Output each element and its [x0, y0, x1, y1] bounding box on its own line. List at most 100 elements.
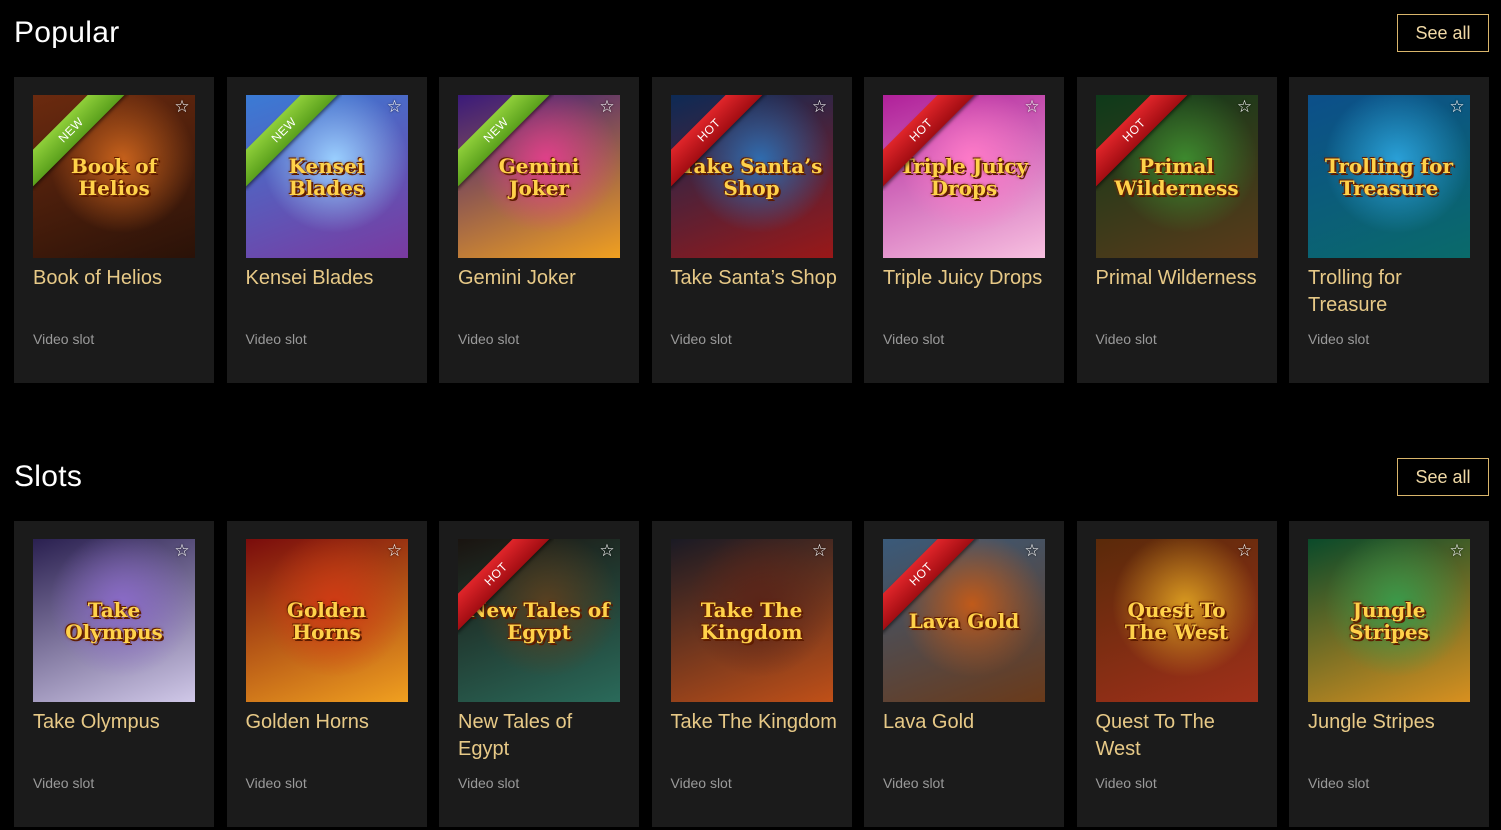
game-artwork: Book of Helios: [33, 95, 195, 258]
game-thumbnail[interactable]: Quest To The West ☆: [1095, 539, 1258, 702]
game-thumbnail[interactable]: Trolling for Treasure ☆: [1308, 95, 1470, 258]
game-name[interactable]: Primal Wilderness: [1096, 265, 1266, 292]
game-type: Video slot: [1308, 775, 1370, 791]
game-type: Video slot: [883, 775, 945, 791]
game-thumbnail[interactable]: Take The Kingdom ☆: [670, 539, 833, 702]
star-outline-icon[interactable]: ☆: [1448, 542, 1466, 560]
star-outline-icon[interactable]: ☆: [173, 98, 191, 116]
game-type: Video slot: [883, 331, 945, 347]
game-logo-text: Book of Helios: [70, 153, 158, 200]
star-outline-icon[interactable]: ☆: [811, 542, 829, 560]
game-type: Video slot: [33, 331, 95, 347]
star-outline-icon[interactable]: ☆: [1236, 98, 1254, 116]
game-artwork: Take Olympus: [33, 539, 195, 702]
game-card[interactable]: Primal Wilderness HOT ☆ Primal Wilderness Vi…: [1076, 77, 1277, 383]
star-outline-icon[interactable]: ☆: [1236, 542, 1254, 560]
game-logo-text: Take Santa’s Shop: [680, 153, 823, 200]
game-type: Video slot: [33, 775, 95, 791]
game-name[interactable]: Triple Juicy Drops: [883, 265, 1053, 292]
game-type: Video slot: [245, 331, 307, 347]
game-card[interactable]: Take Santa’s Shop HOT ☆ Take Santa’s Shop Vi…: [651, 77, 852, 383]
game-artwork: Gemini Joker: [458, 95, 620, 258]
game-type: Video slot: [458, 775, 520, 791]
game-name[interactable]: Jungle Stripes: [1308, 709, 1478, 736]
star-outline-icon[interactable]: ☆: [1023, 98, 1041, 116]
game-name[interactable]: Take The Kingdom: [671, 709, 841, 736]
game-thumbnail[interactable]: Gemini Joker NEW ☆: [458, 95, 620, 258]
game-thumbnail[interactable]: Take Santa’s Shop HOT ☆: [670, 95, 833, 258]
game-card[interactable]: Triple Juicy Drops HOT ☆ Triple Juicy Drops…: [864, 77, 1064, 383]
game-logo-text: Golden Horns: [286, 597, 367, 644]
game-card[interactable]: Gemini Joker NEW ☆ Gemini Joker Video slot: [439, 77, 639, 383]
game-thumbnail[interactable]: Book of Helios NEW ☆: [33, 95, 195, 258]
game-thumbnail[interactable]: Take Olympus ☆: [33, 539, 195, 702]
game-type: Video slot: [1095, 331, 1157, 347]
game-type: Video slot: [458, 331, 520, 347]
star-outline-icon[interactable]: ☆: [386, 542, 404, 560]
see-all-button[interactable]: See all: [1397, 14, 1489, 52]
game-thumbnail[interactable]: Kensei Blades NEW ☆: [245, 95, 408, 258]
game-artwork: Trolling for Treasure: [1308, 95, 1470, 258]
section-title: Popular: [14, 16, 120, 49]
game-artwork: Kensei Blades: [245, 95, 408, 258]
game-thumbnail[interactable]: Lava Gold HOT ☆: [883, 539, 1045, 702]
game-name[interactable]: Take Olympus: [33, 709, 203, 736]
game-logo-text: Quest To The West: [1124, 597, 1229, 644]
game-name[interactable]: Take Santa’s Shop: [671, 265, 841, 292]
game-thumbnail[interactable]: Primal Wilderness HOT ☆: [1095, 95, 1258, 258]
game-card[interactable]: Quest To The West ☆ Quest To The West Video…: [1076, 521, 1277, 827]
game-card[interactable]: New Tales of Egypt HOT ☆ New Tales of Egypt…: [439, 521, 639, 827]
game-thumbnail[interactable]: Jungle Stripes ☆: [1308, 539, 1470, 702]
game-logo-text: Take The Kingdom: [700, 597, 803, 644]
game-thumbnail[interactable]: New Tales of Egypt HOT ☆: [458, 539, 620, 702]
game-logo-text: Trolling for Treasure: [1324, 153, 1454, 200]
star-outline-icon[interactable]: ☆: [598, 542, 616, 560]
game-logo-text: Triple Juicy Drops: [899, 153, 1029, 200]
game-artwork: Lava Gold: [883, 539, 1045, 702]
game-name[interactable]: Book of Helios: [33, 265, 203, 292]
game-card[interactable]: Book of Helios NEW ☆ Book of Helios Video sl…: [14, 77, 214, 383]
game-card[interactable]: Trolling for Treasure ☆ Trolling for Treas…: [1289, 77, 1489, 383]
section-title: Slots: [14, 460, 83, 493]
game-type: Video slot: [670, 331, 732, 347]
game-artwork: Primal Wilderness: [1095, 95, 1258, 258]
game-type: Video slot: [1095, 775, 1157, 791]
game-card[interactable]: Take Olympus ☆ Take Olympus Video slot: [14, 521, 214, 827]
star-outline-icon[interactable]: ☆: [1448, 98, 1466, 116]
game-logo-text: Gemini Joker: [498, 153, 580, 200]
game-card[interactable]: Jungle Stripes ☆ Jungle Stripes Video slot: [1289, 521, 1489, 827]
game-card[interactable]: Lava Gold HOT ☆ Lava Gold Video slot: [864, 521, 1064, 827]
game-type: Video slot: [670, 775, 732, 791]
game-type: Video slot: [1308, 331, 1370, 347]
game-logo-text: Lava Gold: [908, 608, 1020, 633]
game-artwork: Golden Horns: [245, 539, 408, 702]
star-outline-icon[interactable]: ☆: [811, 98, 829, 116]
game-name[interactable]: Kensei Blades: [246, 265, 416, 292]
game-card[interactable]: Golden Horns ☆ Golden Horns Video slot: [226, 521, 427, 827]
game-name[interactable]: Gemini Joker: [458, 265, 628, 292]
game-artwork: Triple Juicy Drops: [883, 95, 1045, 258]
star-outline-icon[interactable]: ☆: [386, 98, 404, 116]
game-logo-text: Take Olympus: [65, 597, 163, 644]
star-outline-icon[interactable]: ☆: [1023, 542, 1041, 560]
game-artwork: Take The Kingdom: [670, 539, 833, 702]
game-artwork: Quest To The West: [1095, 539, 1258, 702]
game-logo-text: Kensei Blades: [288, 153, 365, 200]
game-thumbnail[interactable]: Triple Juicy Drops HOT ☆: [883, 95, 1045, 258]
game-name[interactable]: New Tales of Egypt: [458, 709, 628, 763]
star-outline-icon[interactable]: ☆: [598, 98, 616, 116]
game-logo-text: Primal Wilderness: [1114, 153, 1239, 200]
game-logo-text: New Tales of Egypt: [468, 597, 610, 644]
game-name[interactable]: Golden Horns: [246, 709, 416, 736]
game-name[interactable]: Lava Gold: [883, 709, 1053, 736]
game-card[interactable]: Kensei Blades NEW ☆ Kensei Blades Video slot: [226, 77, 427, 383]
game-card[interactable]: Take The Kingdom ☆ Take The Kingdom Video s…: [651, 521, 852, 827]
game-type: Video slot: [245, 775, 307, 791]
game-thumbnail[interactable]: Golden Horns ☆: [245, 539, 408, 702]
star-outline-icon[interactable]: ☆: [173, 542, 191, 560]
game-name[interactable]: Quest To The West: [1096, 709, 1266, 763]
see-all-button[interactable]: See all: [1397, 458, 1489, 496]
game-name[interactable]: Trolling for Treasure: [1308, 265, 1478, 319]
game-logo-text: Jungle Stripes: [1349, 597, 1429, 644]
game-artwork: Jungle Stripes: [1308, 539, 1470, 702]
